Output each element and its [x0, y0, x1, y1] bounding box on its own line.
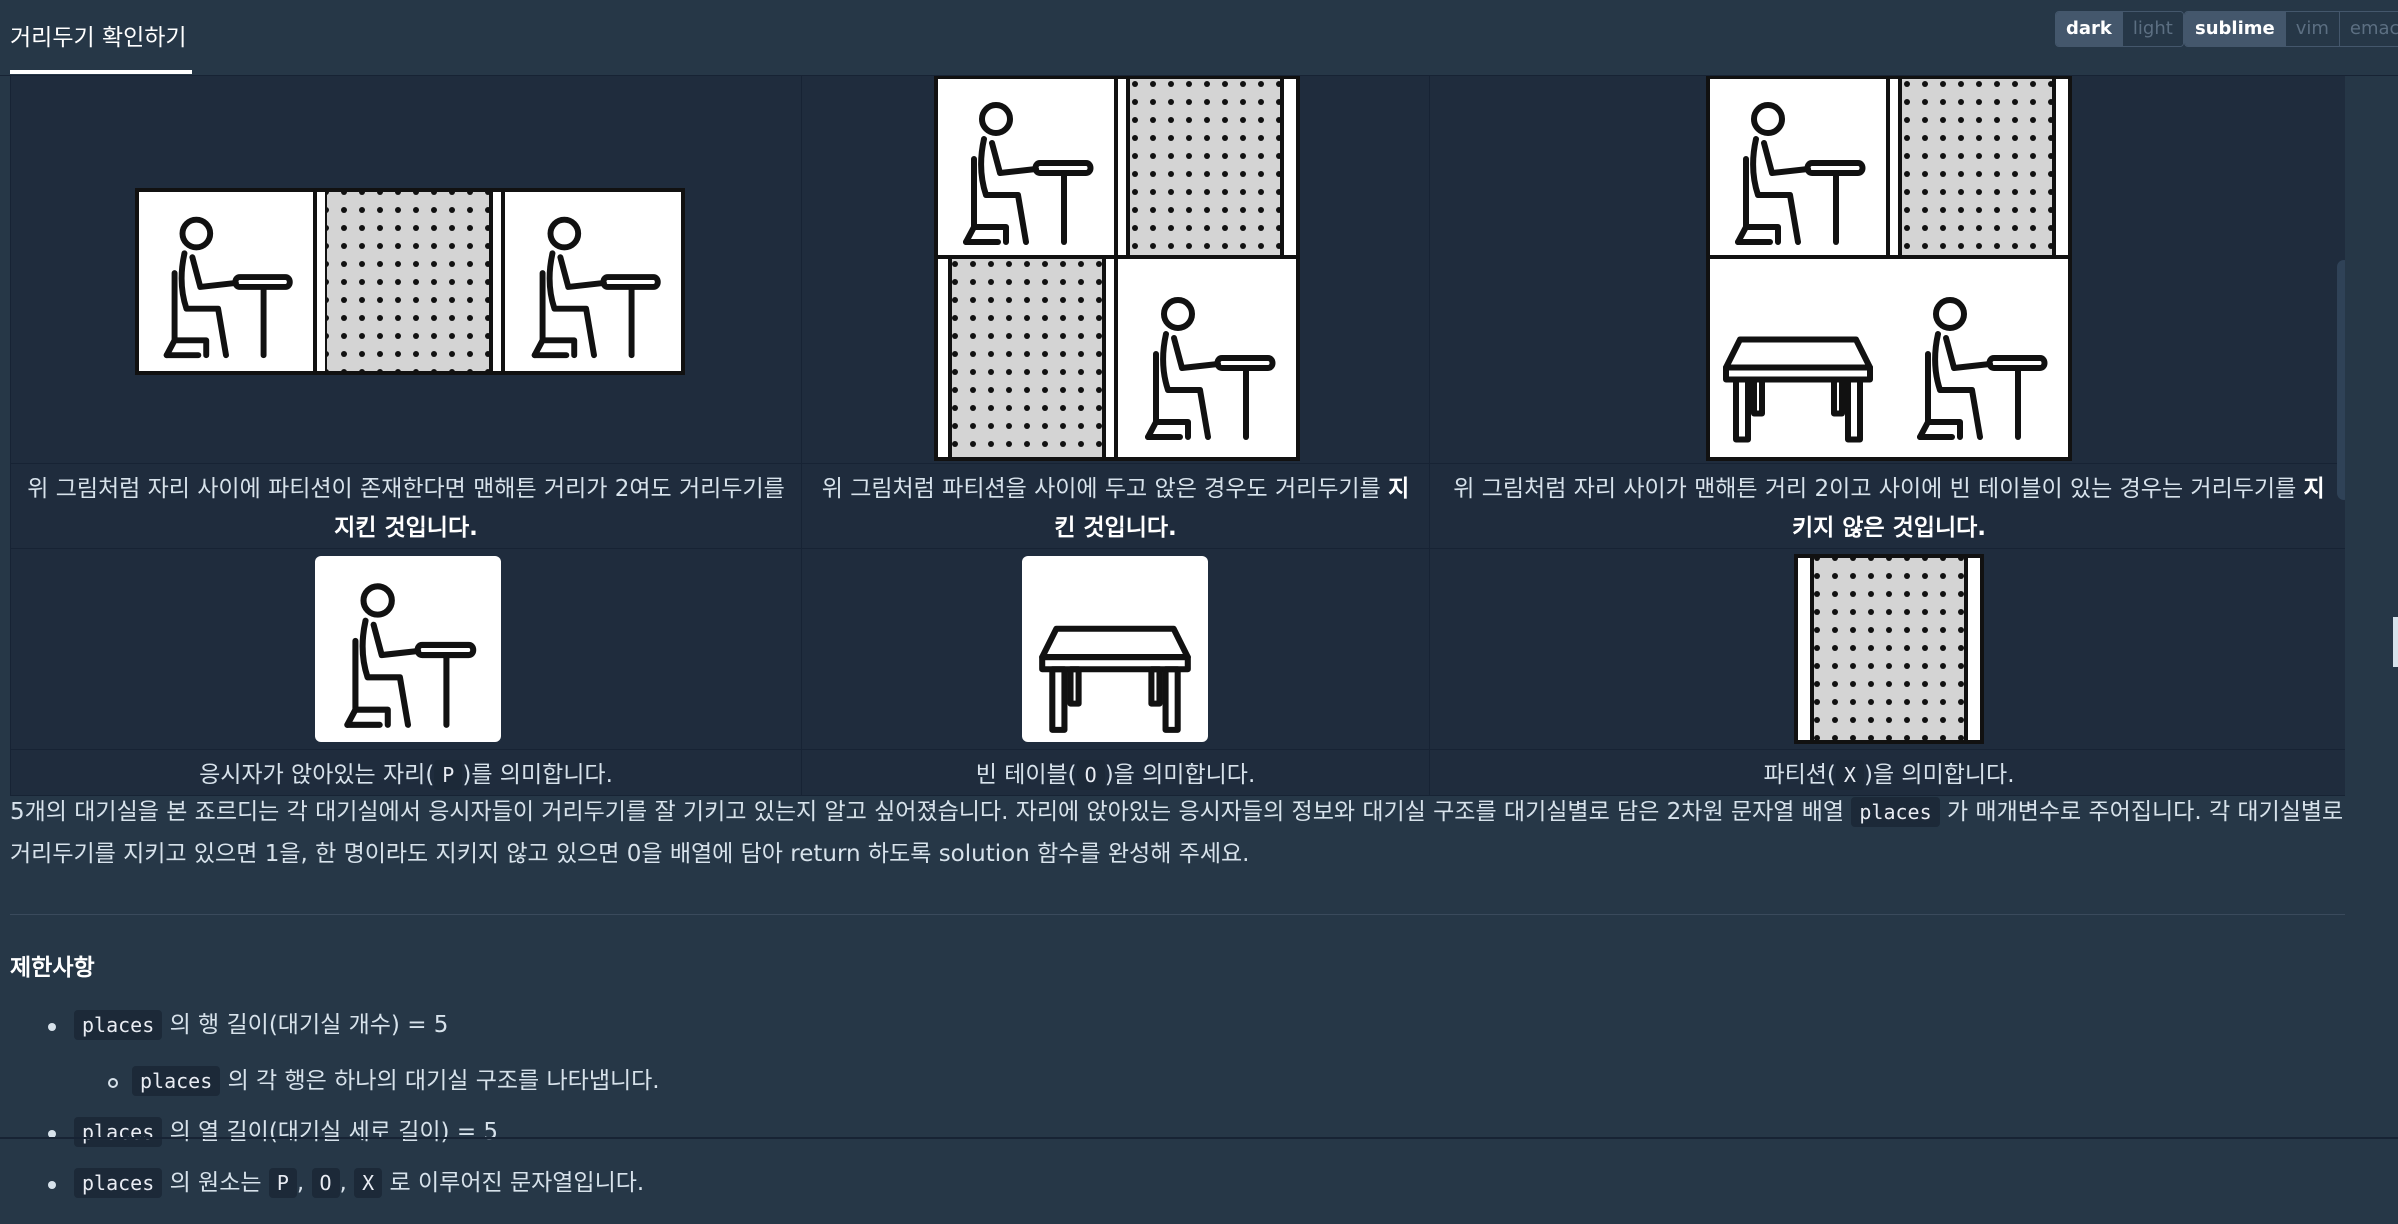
legend-text: 빈 테이블(	[975, 762, 1077, 788]
caption-partition-between: 위 그림처럼 자리 사이에 파티션이 존재한다면 맨해튼 거리가 2여도 거리두…	[10, 463, 802, 549]
tab-problem-title[interactable]: 거리두기 확인하기	[10, 0, 187, 76]
legend-caption-person: 응시자가 앉아있는 자리(P)를 의미합니다.	[10, 749, 802, 796]
caption-text: 위 그림처럼 자리 사이에 파티션이 존재한다면 맨해튼 거리가 2여도 거리두…	[27, 476, 785, 502]
partition-between-illustration	[135, 188, 685, 375]
panel-bottom-border	[0, 1137, 2398, 1139]
section-divider	[10, 914, 2345, 915]
inline-code: P	[434, 760, 463, 790]
example-cell-partition-between	[10, 76, 802, 464]
constraint-text: 의 각 행은 하나의 대기실 구조를 나타냅니다.	[227, 1068, 660, 1094]
description-text: 5개의 대기실을 본 죠르디는 각 대기실에서 응시자들이 거리두기를 잘 기키…	[10, 799, 1852, 825]
bullet-circle	[108, 1078, 118, 1088]
inline-code: O	[1076, 760, 1105, 790]
inline-code: X	[1835, 760, 1864, 790]
constraint-text: 의 원소는	[169, 1170, 262, 1196]
constraint-item: places 의 행 길이(대기실 개수) = 5	[74, 1005, 449, 1040]
keymap-emacs-button[interactable]: emacs	[2339, 12, 2398, 46]
caption-empty-table: 위 그림처럼 자리 사이가 맨해튼 거리 2이고 사이에 빈 테이블이 있는 경…	[1429, 463, 2345, 549]
constraint-item: places 의 원소는 P, O, X 로 이루어진 문자열입니다.	[74, 1163, 645, 1198]
inline-code: X	[354, 1168, 383, 1198]
inline-code: places	[74, 1117, 163, 1147]
inline-code: O	[311, 1168, 340, 1198]
theme-toggle: dark light	[2055, 11, 2184, 47]
problem-description: 5개의 대기실을 본 죠르디는 각 대기실에서 응시자들이 거리두기를 잘 기키…	[10, 791, 2345, 875]
caption-text: 위 그림처럼 자리 사이가 맨해튼 거리 2이고 사이에 빈 테이블이 있는 경…	[1453, 476, 2304, 502]
inline-code: P	[268, 1168, 297, 1198]
person-legend-illustration	[315, 556, 501, 742]
legend-cell-person	[10, 548, 802, 750]
legend-cell-table	[801, 548, 1430, 750]
legend-text: )을 의미합니다.	[1863, 762, 2015, 788]
active-tab-underline	[10, 70, 192, 74]
inline-code: places	[1851, 797, 1940, 827]
legend-text: 파티션(	[1763, 762, 1836, 788]
empty-table-illustration	[1706, 76, 2072, 461]
partition-legend-illustration	[1794, 554, 1984, 744]
constraint-subitem: places 의 각 행은 하나의 대기실 구조를 나타냅니다.	[132, 1061, 660, 1096]
caption-text: 위 그림처럼 파티션을 사이에 두고 앉은 경우도 거리두기를	[821, 476, 1389, 502]
inline-code: places	[74, 1010, 163, 1040]
legend-caption-table: 빈 테이블(O)을 의미합니다.	[801, 749, 1430, 796]
diagonal-partition-illustration	[934, 76, 1300, 461]
legend-text: 응시자가 앉아있는 자리(	[199, 762, 435, 788]
constraints-title: 제한사항	[10, 955, 95, 981]
keymap-toggle: sublime vim emacs	[2184, 11, 2398, 47]
theme-light-button[interactable]: light	[2122, 12, 2183, 46]
keymap-sublime-button[interactable]: sublime	[2185, 12, 2286, 46]
inline-code: places	[132, 1066, 221, 1096]
bullet-dot	[48, 1023, 56, 1031]
example-cell-empty-table-between	[1429, 76, 2345, 464]
constraint-text: 의 열 길이(대기실 세로 길이) = 5	[169, 1119, 499, 1145]
example-cell-diagonal-partition	[801, 76, 1430, 464]
constraint-item: places 의 열 길이(대기실 세로 길이) = 5	[74, 1112, 499, 1147]
legend-cell-partition	[1429, 548, 2345, 750]
illustration-table: 위 그림처럼 자리 사이에 파티션이 존재한다면 맨해튼 거리가 2여도 거리두…	[10, 76, 2345, 796]
bullet-dot	[48, 1181, 56, 1189]
header: 거리두기 확인하기 dark light sublime vim emacs	[0, 0, 2398, 76]
constraint-text: 의 행 길이(대기실 개수) = 5	[169, 1012, 449, 1038]
problem-content: 위 그림처럼 자리 사이에 파티션이 존재한다면 맨해튼 거리가 2여도 거리두…	[10, 76, 2345, 1224]
constraint-text: 로 이루어진 문자열입니다.	[389, 1170, 645, 1196]
caption-bold: 지킨 것입니다.	[334, 515, 478, 541]
vertical-scrollbar[interactable]	[2337, 260, 2345, 500]
panel-resize-handle[interactable]	[2393, 617, 2398, 667]
caption-diagonal-partition: 위 그림처럼 파티션을 사이에 두고 앉은 경우도 거리두기를 지킨 것입니다.	[801, 463, 1430, 549]
inline-code: places	[74, 1168, 163, 1198]
legend-text: )을 의미합니다.	[1104, 762, 1256, 788]
table-legend-illustration	[1022, 556, 1208, 742]
legend-caption-partition: 파티션(X)을 의미합니다.	[1429, 749, 2345, 796]
keymap-vim-button[interactable]: vim	[2285, 12, 2340, 46]
legend-text: )를 의미합니다.	[462, 762, 613, 788]
theme-dark-button[interactable]: dark	[2056, 12, 2123, 46]
